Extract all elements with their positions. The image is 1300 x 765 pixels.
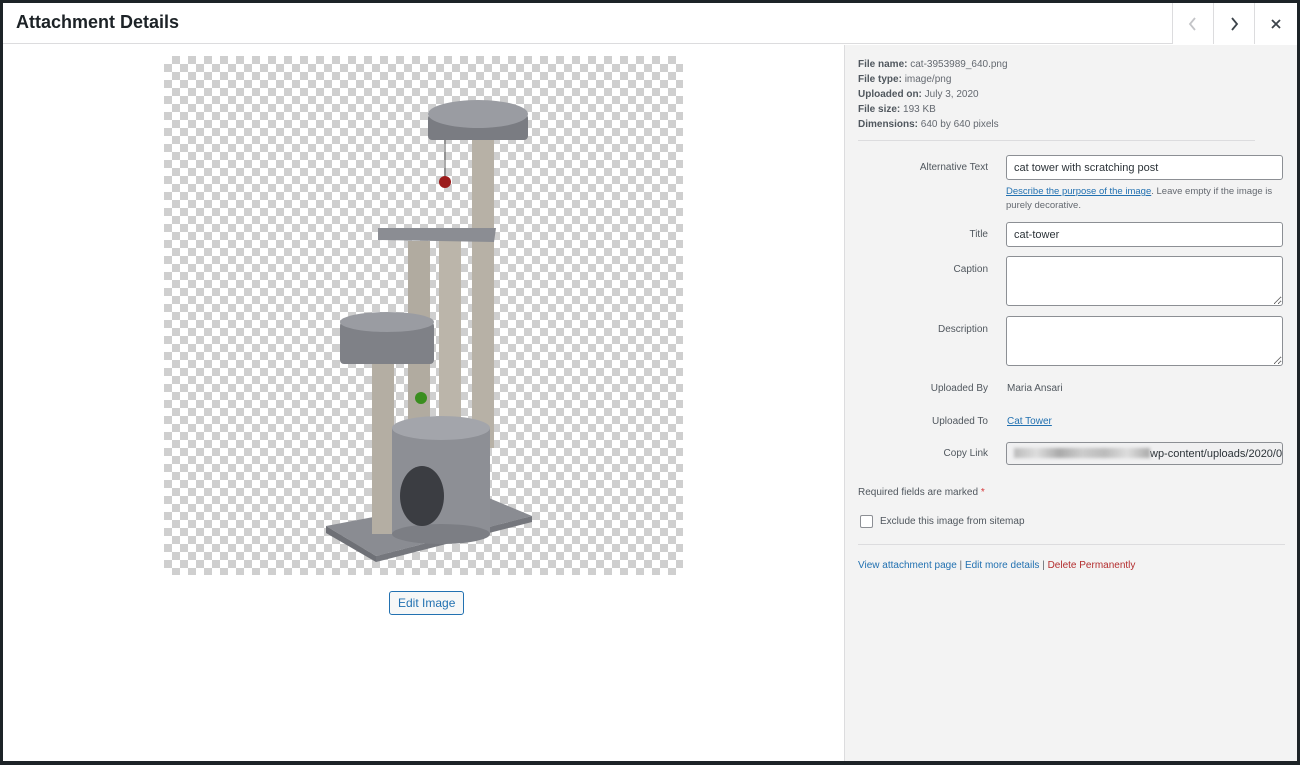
title-label: Title bbox=[969, 229, 988, 240]
uploaded-on-row: Uploaded on: July 3, 2020 bbox=[858, 89, 979, 100]
exclude-sitemap-checkbox[interactable] bbox=[860, 515, 873, 528]
previous-button[interactable] bbox=[1172, 3, 1213, 44]
dimensions-value: 640 by 640 pixels bbox=[920, 119, 999, 130]
caption-label: Caption bbox=[953, 264, 988, 275]
copy-link-label: Copy Link bbox=[943, 448, 988, 459]
edit-image-button[interactable]: Edit Image bbox=[389, 591, 465, 615]
file-type-value: image/png bbox=[904, 74, 952, 85]
file-size-row: File size: 193 KB bbox=[858, 104, 936, 115]
blurred-domain bbox=[1014, 448, 1150, 458]
uploaded-to-label: Uploaded To bbox=[932, 416, 988, 427]
dimensions-row: Dimensions: 640 by 640 pixels bbox=[858, 119, 999, 130]
attachment-details-pane: File name: cat-3953989_640.png File type… bbox=[844, 45, 1297, 761]
attachment-details-modal: Attachment Details Edit Image File name:… bbox=[3, 3, 1297, 761]
uploaded-to-link[interactable]: Cat Tower bbox=[1007, 416, 1052, 427]
modal-title: Attachment Details bbox=[16, 12, 180, 32]
required-fields-note: Required fields are marked * bbox=[858, 487, 985, 498]
uploaded-by-label: Uploaded By bbox=[930, 383, 988, 394]
close-button[interactable] bbox=[1254, 3, 1297, 44]
attachment-actions: View attachment page | Edit more details… bbox=[858, 560, 1136, 571]
delete-permanently-link[interactable]: Delete Permanently bbox=[1048, 560, 1136, 571]
file-name-value: cat-3953989_640.png bbox=[910, 59, 1008, 70]
divider bbox=[858, 544, 1285, 545]
divider bbox=[858, 140, 1255, 141]
edit-details-link[interactable]: Edit more details bbox=[965, 560, 1039, 571]
chevron-right-icon bbox=[1231, 16, 1239, 31]
chevron-left-icon bbox=[1188, 16, 1196, 31]
description-textarea[interactable] bbox=[1006, 316, 1283, 366]
alt-text-label: Alternative Text bbox=[919, 162, 988, 173]
exclude-sitemap-label[interactable]: Exclude this image from sitemap bbox=[880, 516, 1025, 527]
alt-text-help-link[interactable]: Describe the purpose of the image bbox=[1006, 186, 1151, 197]
copy-link-value: wp-content/uploads/2020/07/cat-3953989_6… bbox=[1150, 448, 1283, 460]
file-size-value: 193 KB bbox=[903, 104, 936, 115]
next-button[interactable] bbox=[1213, 3, 1254, 44]
cat-tower-image bbox=[326, 100, 532, 562]
close-icon bbox=[1271, 18, 1281, 29]
file-name-row: File name: cat-3953989_640.png bbox=[858, 59, 1008, 70]
required-star: * bbox=[980, 487, 985, 498]
alt-text-help: Describe the purpose of the image. Leave… bbox=[1006, 186, 1273, 211]
title-input[interactable] bbox=[1006, 222, 1283, 247]
alt-text-input[interactable] bbox=[1006, 155, 1283, 180]
file-info: File name: cat-3953989_640.png File type… bbox=[858, 57, 1008, 132]
file-type-row: File type: image/png bbox=[858, 74, 952, 85]
description-label: Description bbox=[937, 324, 988, 335]
attachment-image-preview bbox=[164, 56, 683, 575]
uploaded-by-value: Maria Ansari bbox=[1007, 383, 1063, 394]
media-preview-pane: Edit Image bbox=[3, 45, 844, 761]
copy-link-input[interactable]: wp-content/uploads/2020/07/cat-3953989_6… bbox=[1006, 442, 1283, 465]
exclude-sitemap-row[interactable]: Exclude this image from sitemap bbox=[860, 515, 1025, 528]
view-attachment-link[interactable]: View attachment page bbox=[858, 560, 957, 571]
caption-textarea[interactable] bbox=[1006, 256, 1283, 306]
uploaded-on-value: July 3, 2020 bbox=[924, 89, 979, 100]
modal-header: Attachment Details bbox=[3, 3, 1297, 44]
